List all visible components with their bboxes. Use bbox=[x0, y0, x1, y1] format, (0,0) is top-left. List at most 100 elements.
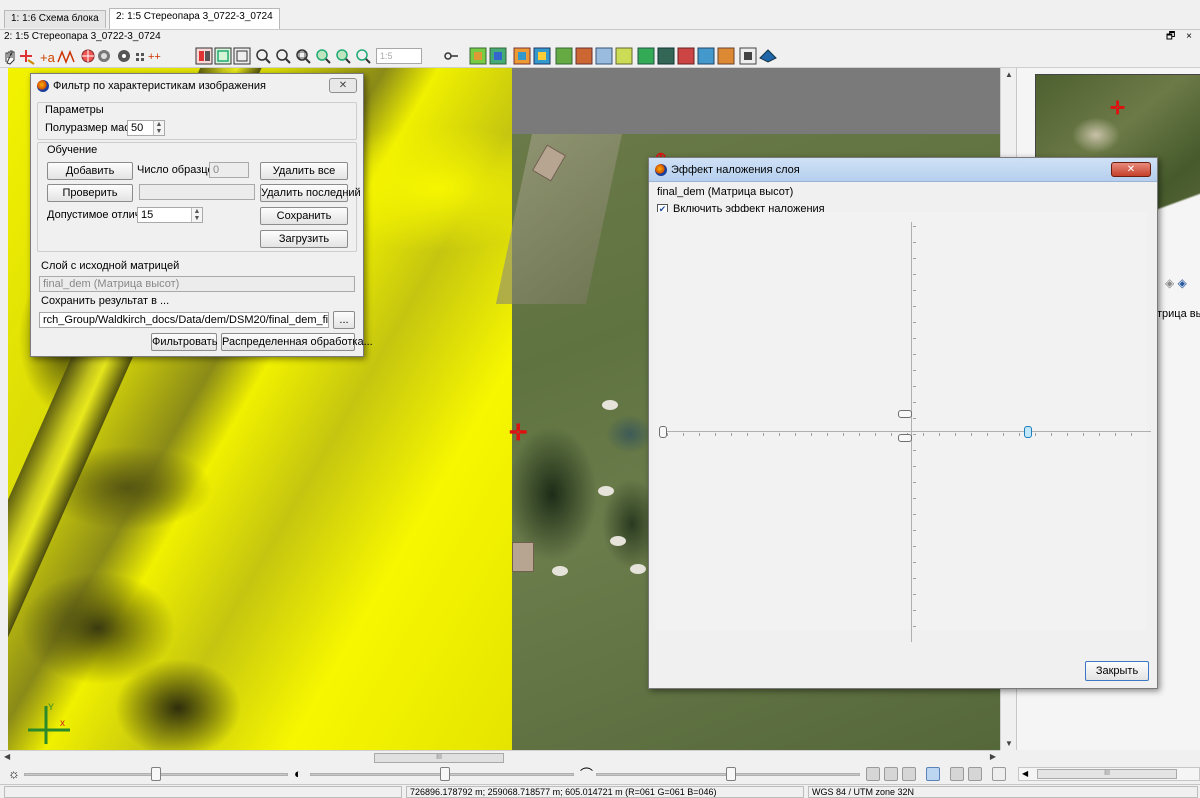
key-icon[interactable] bbox=[444, 52, 458, 60]
subwindow-buttons[interactable]: 🗗 × bbox=[1166, 30, 1196, 43]
overview-scroll-thumb[interactable]: III bbox=[1037, 769, 1177, 779]
app-logo-icon bbox=[37, 80, 49, 92]
tab-block-scheme[interactable]: 1: 1:6 Схема блока bbox=[4, 10, 106, 28]
filter-button[interactable]: Фильтровать bbox=[151, 333, 217, 351]
markers-icon[interactable] bbox=[136, 53, 144, 61]
horizontal-tick bbox=[715, 433, 716, 436]
vertical-tick bbox=[913, 450, 916, 451]
unlock-icon[interactable] bbox=[992, 767, 1006, 781]
horizontal-slider-min[interactable] bbox=[659, 426, 667, 438]
horizontal-tick bbox=[779, 433, 780, 436]
output-path-input[interactable]: rch_Group/Waldkirch_docs/Data/dem/DSM20/… bbox=[39, 312, 329, 328]
load-button[interactable]: Загрузить bbox=[260, 230, 348, 248]
layer-list-item[interactable]: трица выс bbox=[1157, 308, 1200, 320]
tile-icon[interactable] bbox=[657, 47, 675, 65]
subwindow-title: 2: 1:5 Стереопара 3_0722-3_0724 bbox=[4, 31, 161, 42]
vertical-tick bbox=[913, 578, 916, 579]
horizontal-offset-slider[interactable] bbox=[1023, 426, 1032, 438]
overlay-offset-panel bbox=[655, 212, 1151, 642]
stereo-anaglyph-icon[interactable] bbox=[214, 47, 232, 65]
zoom-in-icon[interactable] bbox=[256, 49, 271, 64]
vertical-offset-slider-lower[interactable] bbox=[898, 434, 912, 443]
grid-dem-icon[interactable] bbox=[677, 47, 695, 65]
view-mode-button-3[interactable] bbox=[902, 767, 916, 781]
save-button[interactable]: Сохранить bbox=[260, 207, 348, 225]
mosaic-icon[interactable] bbox=[533, 47, 551, 65]
dialog-title-bar[interactable]: Эффект наложения слоя ✕ bbox=[649, 158, 1157, 182]
settings-icon[interactable] bbox=[118, 50, 130, 62]
scroll-up-icon[interactable]: ▲ bbox=[1005, 70, 1013, 79]
zoom-select-icon[interactable] bbox=[356, 49, 371, 64]
scroll-thumb[interactable]: III bbox=[374, 753, 504, 763]
brightness-slider[interactable] bbox=[151, 767, 161, 781]
gamma-slider[interactable] bbox=[725, 767, 736, 781]
distributed-processing-button[interactable]: Распределенная обработка... bbox=[221, 333, 373, 351]
vertical-offset-slider-upper[interactable] bbox=[898, 409, 912, 418]
stereo-single-icon[interactable] bbox=[233, 47, 251, 65]
zoom-fit-icon[interactable] bbox=[296, 49, 311, 64]
scroll-down-icon[interactable]: ▼ bbox=[1005, 739, 1013, 748]
dem-color-icon[interactable] bbox=[489, 47, 507, 65]
grid-icon[interactable] bbox=[81, 49, 95, 63]
dem-icon[interactable] bbox=[555, 47, 573, 65]
diff-icon[interactable] bbox=[637, 47, 655, 65]
delete-all-button[interactable]: Удалить все bbox=[260, 162, 348, 180]
save-result-label: Сохранить результат в ... bbox=[41, 295, 170, 307]
filter-icon[interactable] bbox=[595, 47, 613, 65]
overview-scroll-left-icon[interactable]: ◀ bbox=[1022, 769, 1028, 778]
close-button[interactable]: Закрыть bbox=[1085, 661, 1149, 681]
mask-size-spinner[interactable]: ▲ ▼ bbox=[153, 121, 164, 135]
tab-stereopair[interactable]: 2: 1:5 Стереопара 3_0722-3_0724 bbox=[109, 8, 280, 29]
stereo-cursor-icon[interactable]: ✛ bbox=[509, 422, 527, 444]
zoom-green-icon[interactable] bbox=[316, 49, 331, 64]
layers-icon[interactable] bbox=[98, 50, 110, 62]
vertical-tick bbox=[913, 514, 916, 515]
horizontal-scrollbar[interactable]: ◀ III ▶ bbox=[0, 750, 1000, 764]
view-mode-button-1[interactable] bbox=[866, 767, 880, 781]
scroll-left-icon[interactable]: ◀ bbox=[4, 752, 10, 761]
lock-icon[interactable] bbox=[926, 767, 940, 781]
close-icon[interactable]: ✕ bbox=[1111, 162, 1151, 177]
scroll-right-icon[interactable]: ▶ bbox=[990, 752, 996, 761]
fly-icon[interactable] bbox=[759, 49, 777, 63]
dtm-icon[interactable] bbox=[575, 47, 593, 65]
zoom-plus-icon[interactable] bbox=[336, 49, 351, 64]
zoom-out-icon[interactable] bbox=[276, 49, 291, 64]
tolerance-spinner[interactable]: ▲ ▼ bbox=[191, 208, 202, 222]
contour-icon[interactable] bbox=[615, 47, 633, 65]
close-icon[interactable]: ✕ bbox=[329, 78, 357, 93]
hand-icon[interactable] bbox=[5, 50, 15, 65]
check-result-field bbox=[139, 184, 255, 200]
add-point-icon[interactable] bbox=[20, 50, 35, 65]
view-mode-button-2[interactable] bbox=[884, 767, 898, 781]
contrast-slider[interactable] bbox=[439, 767, 450, 781]
stereo-split-icon[interactable] bbox=[195, 47, 213, 65]
browse-button[interactable]: ... bbox=[333, 311, 355, 329]
layers-gray-icon[interactable]: ◈ bbox=[1165, 276, 1174, 290]
ortho-icon[interactable] bbox=[513, 47, 531, 65]
vertical-tick bbox=[913, 402, 916, 403]
paste-icon[interactable] bbox=[968, 767, 982, 781]
params-group-label: Параметры bbox=[45, 104, 104, 116]
table-icon[interactable] bbox=[697, 47, 715, 65]
add-sample-button[interactable]: Добавить bbox=[47, 162, 133, 180]
svg-text:+a: +a bbox=[40, 50, 56, 65]
raster-icon[interactable] bbox=[717, 47, 735, 65]
arrows-icon[interactable]: ++ bbox=[148, 51, 161, 63]
horizontal-tick bbox=[875, 433, 876, 436]
measure-icon[interactable] bbox=[57, 49, 75, 65]
overview-hscrollbar[interactable]: ◀ III bbox=[1018, 767, 1200, 781]
3d-icon[interactable] bbox=[739, 47, 757, 65]
layers-blue-icon[interactable]: ◈ bbox=[1178, 276, 1187, 290]
layers-tool-icons[interactable]: ◈ ◈ bbox=[1165, 276, 1187, 290]
dialog-title-bar[interactable]: Фильтр по характеристикам изображения ✕ bbox=[31, 74, 363, 98]
check-button[interactable]: Проверить bbox=[47, 184, 133, 202]
horizontal-tick bbox=[1067, 433, 1068, 436]
dialog-title: Фильтр по характеристикам изображения bbox=[53, 80, 266, 92]
vertical-tick bbox=[913, 562, 916, 563]
copy-icon[interactable] bbox=[950, 767, 964, 781]
delete-last-button[interactable]: Удалить последний bbox=[260, 184, 361, 202]
dem-build-icon[interactable] bbox=[469, 47, 487, 65]
zoom-scale-field[interactable]: 1:5 bbox=[376, 48, 422, 64]
add-label-icon[interactable]: +a bbox=[40, 50, 56, 65]
